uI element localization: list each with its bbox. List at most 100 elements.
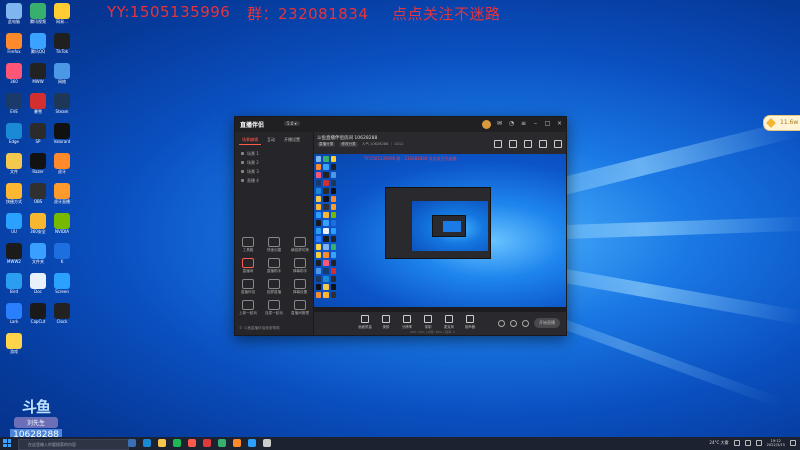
bag-icon[interactable] (524, 140, 532, 148)
start-live-button[interactable]: 开始直播 (534, 318, 560, 328)
tool-companion[interactable]: 直播伴侣 (237, 279, 259, 295)
eye-icon[interactable] (241, 170, 244, 173)
desktop-icon[interactable]: MWW2 (3, 243, 25, 264)
tab-stream-settings[interactable]: 开播设置 (281, 136, 303, 145)
close-icon[interactable]: × (556, 120, 563, 127)
start-button[interactable] (3, 439, 11, 447)
scene-item[interactable]: 场景 1 (235, 149, 313, 158)
desktop-icon[interactable]: TikTok (51, 33, 73, 54)
desktop-icon[interactable]: 此电脑 (3, 3, 25, 24)
eye-icon[interactable] (241, 179, 244, 182)
taskbar-app-icon[interactable] (173, 439, 181, 447)
desktop-icon[interactable]: 网易... (51, 3, 73, 24)
taskbar-app-icon[interactable] (233, 439, 241, 447)
desktop-icon[interactable]: EVE (3, 93, 25, 114)
ime-icon[interactable] (755, 440, 762, 446)
scene-item[interactable]: 场景 3 (235, 167, 313, 176)
taskbar-app-icon[interactable] (143, 439, 151, 447)
record-button[interactable]: 录制 (421, 315, 435, 329)
desktop-icon[interactable]: 360安全 (27, 213, 49, 234)
beauty-button[interactable]: 美颜 (379, 315, 393, 329)
tool-cast[interactable]: 投屏直播 (263, 279, 285, 295)
tool-mic-together[interactable]: 连麦一起玩 (263, 300, 285, 316)
desktop-icon[interactable]: 网络 (51, 63, 73, 84)
tool-live-room[interactable]: 直播间 (237, 258, 259, 274)
screen-icon[interactable] (539, 140, 547, 148)
desktop-icon[interactable]: Bird (3, 273, 25, 294)
eye-icon[interactable] (241, 152, 244, 155)
tool-danmaku[interactable]: 弹幕助手 (289, 258, 311, 274)
mail-icon[interactable]: ✉ (496, 120, 503, 127)
refresh-icon[interactable] (510, 319, 517, 327)
desktop-icon[interactable]: SP (27, 123, 49, 144)
tool-toolbox[interactable]: 工具箱 (237, 237, 259, 253)
bell-icon[interactable]: ◔ (508, 120, 515, 127)
network-icon[interactable] (733, 440, 740, 446)
avatar[interactable] (482, 120, 491, 129)
desktop-icon[interactable]: Clock (51, 303, 73, 324)
settings-icon[interactable] (522, 319, 529, 327)
tool-orientation[interactable]: 横竖屏切换 (289, 237, 311, 253)
share-icon[interactable] (554, 140, 562, 148)
clock[interactable]: 19:12 2022/3/15 (767, 439, 785, 447)
desktop-icon[interactable]: 文件 (3, 153, 25, 174)
desktop-icon[interactable]: Steam (51, 93, 73, 114)
desktop-icon[interactable]: Razer (27, 153, 49, 174)
desktop-icon[interactable]: 游戏 (3, 333, 25, 354)
desktop-icon[interactable]: 腾讯QQ (27, 33, 49, 54)
tool-play-together[interactable]: 上新一起玩 (237, 300, 259, 316)
tab-interaction[interactable]: 互动 (264, 136, 278, 145)
app-titlebar[interactable]: 直播伴侣 5.0 ▾ ✉ ◔ ≡ – □ × (235, 117, 566, 132)
scene-item[interactable]: 场景 2 (235, 158, 313, 167)
taskbar-app-icon[interactable] (128, 439, 136, 447)
desktop-icon[interactable]: Doc (27, 273, 49, 294)
stream-preview[interactable]: YY:1505135996 群：232081834 点点关注不迷路 (314, 154, 566, 312)
desktop-icon[interactable]: 文件夹 (27, 243, 49, 264)
calendar-icon[interactable] (509, 140, 517, 148)
desktop-icon[interactable]: Screen (51, 273, 73, 294)
desktop-icon[interactable]: Valorant (51, 123, 73, 144)
desktop-icon[interactable]: MWW (27, 63, 49, 84)
taskbar-app-icon[interactable] (188, 439, 196, 447)
mic-button[interactable]: 麦克风 (442, 315, 456, 329)
desktop-icon[interactable]: 快捷方式 (3, 183, 25, 204)
quality-button[interactable]: 画面质量 (358, 315, 372, 329)
eye-icon[interactable] (241, 161, 244, 164)
taskbar-app-icon[interactable] (203, 439, 211, 447)
volume-icon[interactable] (744, 440, 751, 446)
speaker-button[interactable]: 扬声器 (463, 315, 477, 329)
menu-icon[interactable]: ≡ (520, 120, 527, 127)
desktop-icon[interactable]: NVIDIA (51, 213, 73, 234)
streaming-app-window[interactable]: 直播伴侣 5.0 ▾ ✉ ◔ ≡ – □ × 场景编辑 互动 开播设置 场景 1… (234, 116, 567, 336)
maximize-icon[interactable]: □ (544, 120, 551, 127)
desktop-icon[interactable]: Firefox (3, 33, 25, 54)
desktop-icon[interactable]: K (51, 243, 73, 264)
desktop-icon[interactable]: 腾讯视频 (27, 3, 49, 24)
desktop-icon[interactable]: UU (3, 213, 25, 234)
desktop-icon[interactable]: Lark (3, 303, 25, 324)
taskbar-app-icon[interactable] (218, 439, 226, 447)
app-version-badge[interactable]: 5.0 ▾ (284, 121, 300, 126)
edit-category-button[interactable]: 修改分类 (339, 142, 358, 147)
resolution-button[interactable]: 分辨率 (400, 315, 414, 329)
desktop-icon[interactable]: Edge (3, 123, 25, 144)
desktop-icon[interactable]: 虎牙 (51, 153, 73, 174)
desktop-icon[interactable]: CapCut (27, 303, 49, 324)
desktop-icon[interactable]: 360 (3, 63, 25, 84)
sidebar-help-link[interactable]: © 斗鱼直播伴侣使用帮助 (239, 326, 280, 331)
gift-icon[interactable] (494, 140, 502, 148)
weather-widget[interactable]: 24°C 大雾 (709, 440, 728, 446)
notification-icon[interactable] (790, 440, 796, 446)
tool-assistant[interactable]: 直播助手 (263, 258, 285, 274)
scene-item[interactable]: 直播 4 (235, 176, 313, 185)
taskbar-app-icon[interactable] (158, 439, 166, 447)
taskbar-app-icon[interactable] (248, 439, 256, 447)
desktop-icon[interactable]: OBS (27, 183, 49, 204)
camera-icon[interactable] (498, 319, 505, 327)
floating-widget[interactable]: 11.6w (763, 115, 800, 131)
taskbar-app-icon[interactable] (263, 439, 271, 447)
tool-danmaku-settings[interactable]: 弹幕设置 (289, 279, 311, 295)
taskbar-search-input[interactable]: 在这里输入你要搜索的内容 (18, 439, 129, 450)
minimize-icon[interactable]: – (532, 120, 539, 127)
category-tag[interactable]: 直播分类 (317, 142, 336, 147)
